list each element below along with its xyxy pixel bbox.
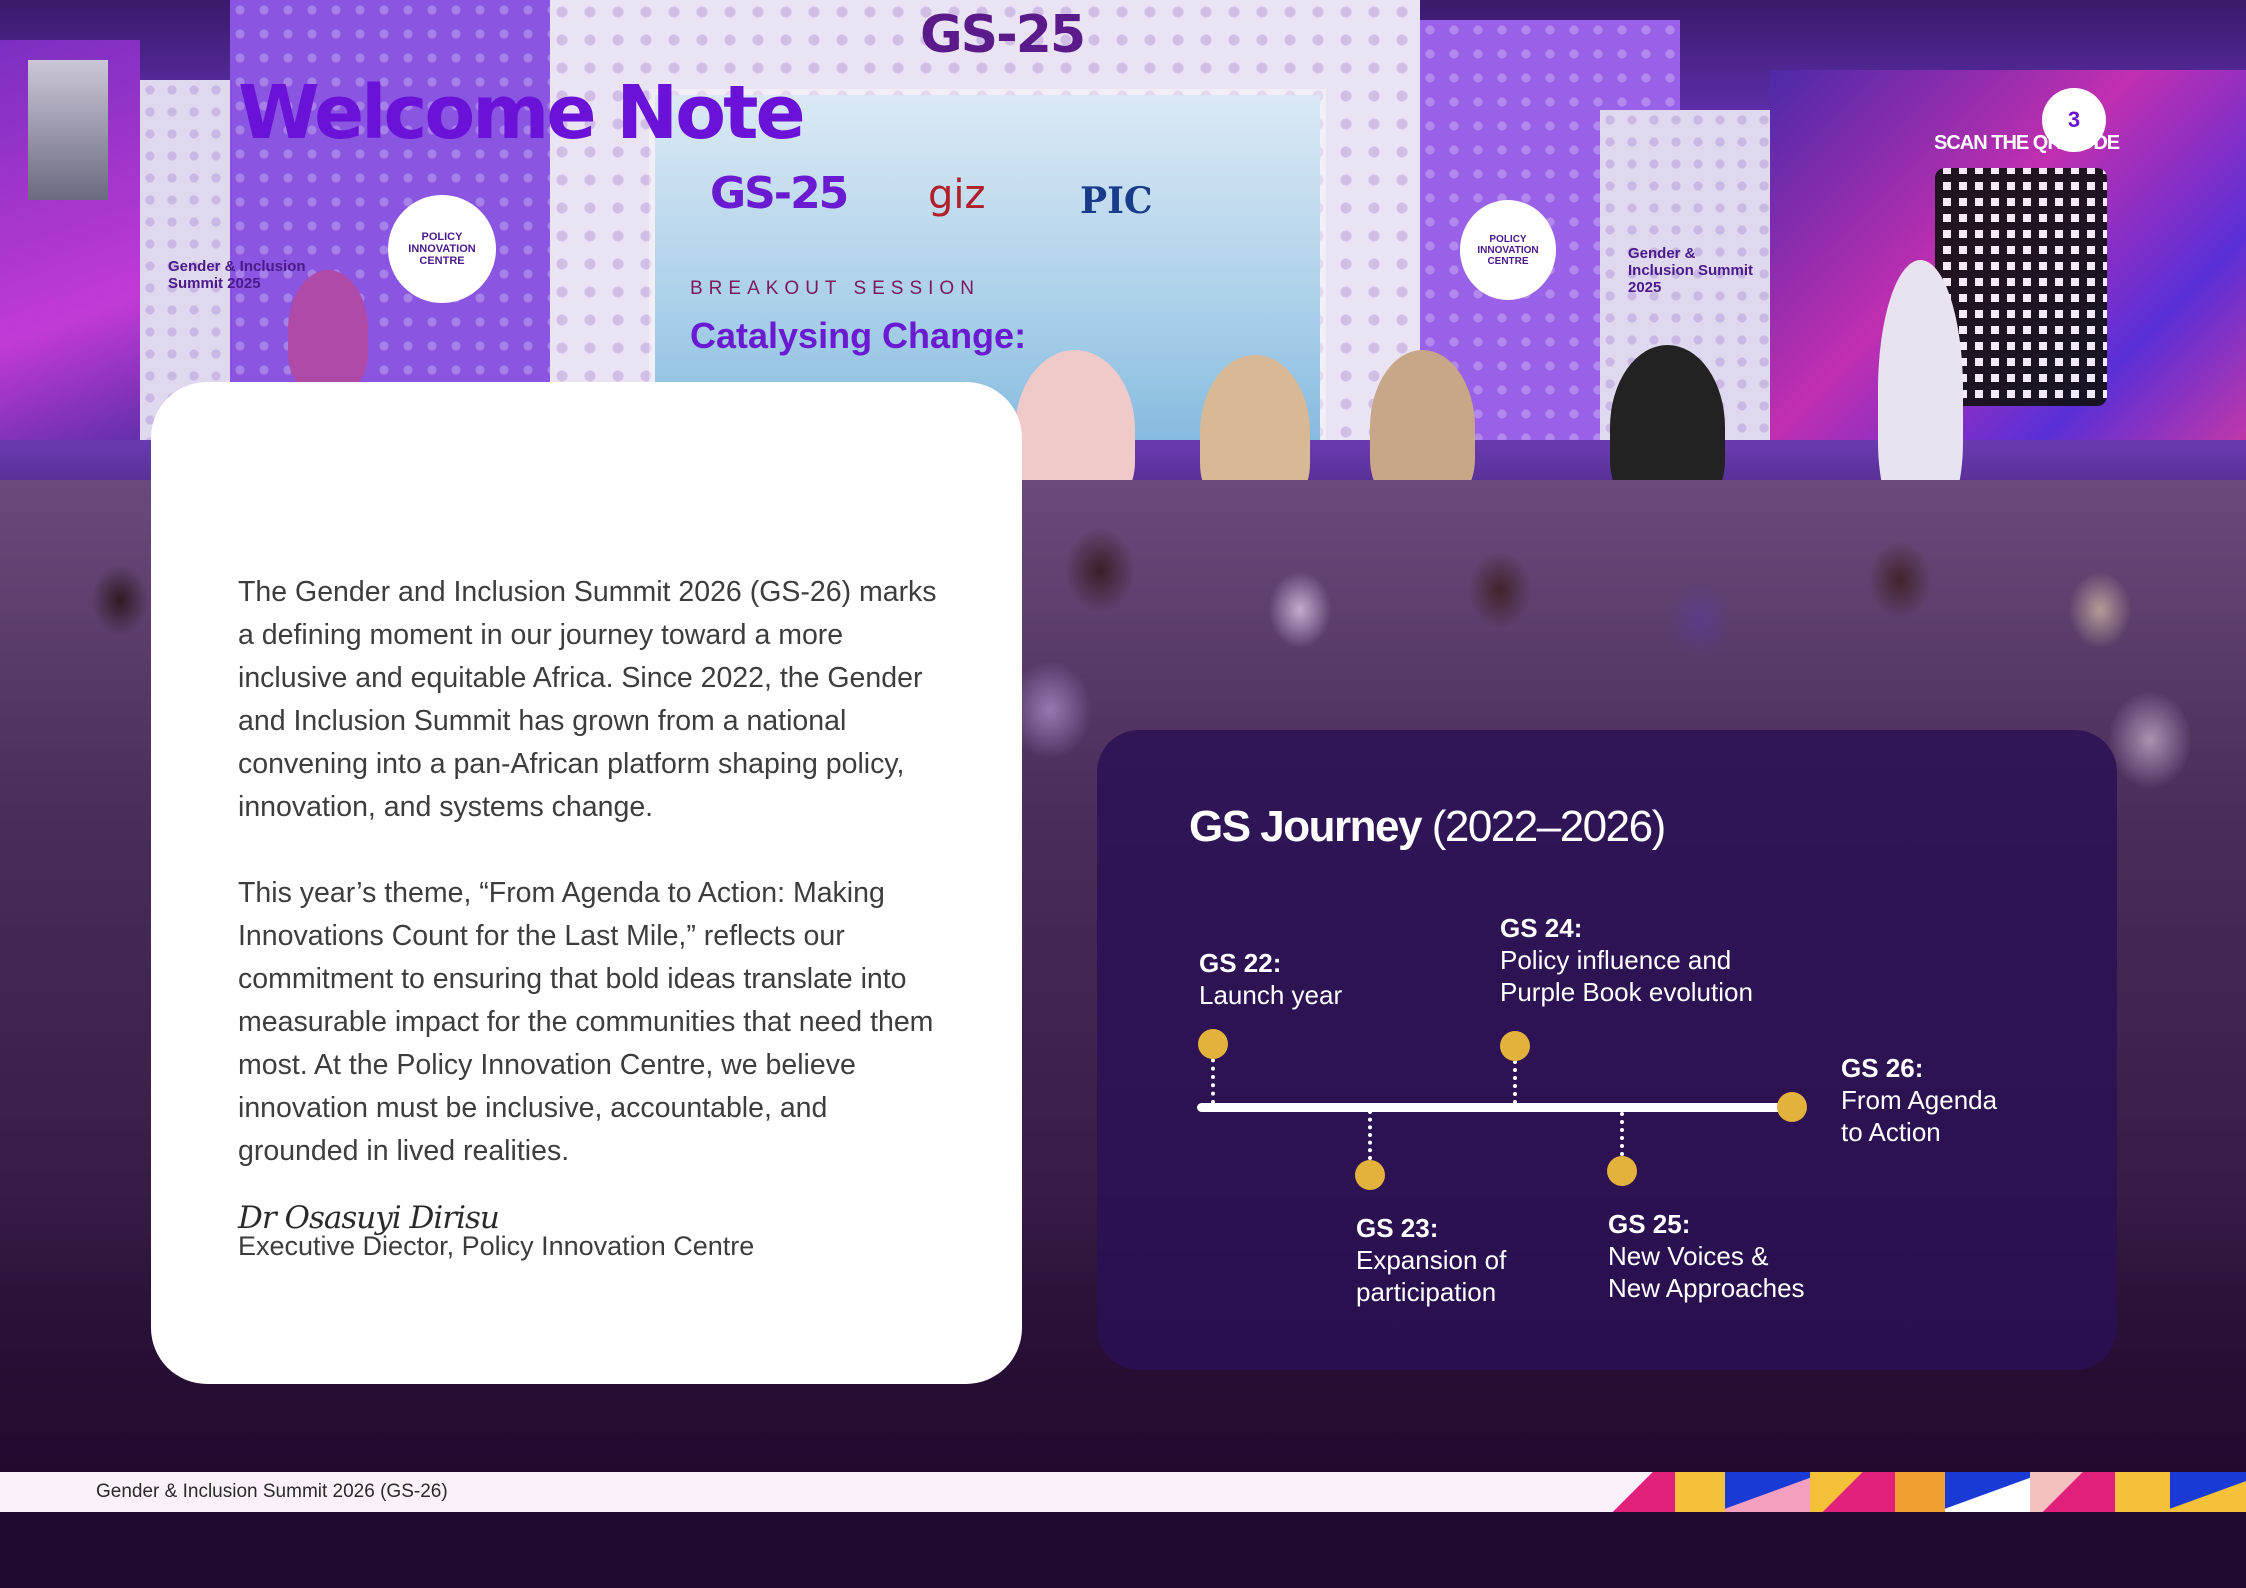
milestone-gs23-text-2: participation (1356, 1277, 1497, 1307)
stage-sign-breakout: BREAKOUT SESSION (690, 278, 980, 299)
stage-logo-pic-left: POLICY INNOVATION CENTRE (388, 195, 496, 303)
signature-role: Executive Diector, Policy Innovation Cen… (238, 1231, 755, 1261)
stage-sign-catalysing: Catalysing Change: (690, 315, 1027, 356)
milestone-gs22-year: GS 22: (1199, 948, 1282, 978)
timeline-dot (1198, 1029, 1228, 1059)
journey-title-strong: GS Journey (1189, 802, 1422, 851)
milestone-gs24-year: GS 24: (1500, 913, 1583, 943)
timeline-line (1197, 1103, 1789, 1112)
milestone-gs24: GS 24: Policy influence and Purple Book … (1500, 912, 1753, 1008)
left-screen-speaker (28, 60, 108, 200)
gs-journey-panel: GS Journey (2022–2026) GS 22: Launch yea… (1097, 730, 2117, 1370)
stage-sign-giz: giz (928, 172, 986, 218)
footer-pattern-shape (1945, 1472, 2035, 1512)
stage-sign-pic: PIC (1080, 180, 1153, 222)
milestone-gs25-text-2: New Approaches (1608, 1273, 1805, 1303)
timeline-dot (1355, 1160, 1385, 1190)
welcome-paragraph-2: This year’s theme, “From Agenda to Actio… (238, 877, 934, 1167)
stage-logo-pic-right-text: POLICY INNOVATION CENTRE (1477, 233, 1539, 267)
milestone-gs23: GS 23: Expansion of participation (1356, 1212, 1506, 1308)
milestone-gs26-text-1: From Agenda (1841, 1085, 1998, 1115)
milestone-gs22: GS 22: Launch year (1199, 947, 1342, 1011)
milestone-gs25-text-1: New Voices & (1608, 1241, 1769, 1271)
timeline-dot (1500, 1031, 1530, 1061)
timeline-stem (1620, 1112, 1624, 1156)
page-footer: Gender & Inclusion Summit 2026 (GS-26) (0, 1472, 2246, 1512)
milestone-gs25-year: GS 25: (1608, 1209, 1691, 1239)
stage-sign-gs25-top: GS-25 (920, 5, 1086, 65)
milestone-gs23-text-1: Expansion of (1356, 1245, 1507, 1275)
timeline-dot-end (1777, 1092, 1807, 1122)
page-number-badge: 3 (2042, 88, 2106, 152)
journey-title: GS Journey (2022–2026) (1189, 802, 1667, 852)
stage-logo-pic-left-text: POLICY INNOVATION CENTRE (408, 231, 476, 267)
milestone-gs26-text-2: to Action (1841, 1117, 1941, 1147)
welcome-note-card: Welcome Note The Gender and Inclusion Su… (151, 70, 1022, 1384)
bottom-band (0, 1512, 2246, 1588)
footer-pattern (1600, 1472, 2246, 1512)
stage-logo-pic-right: POLICY INNOVATION CENTRE (1460, 200, 1556, 300)
footer-pattern-shape (2170, 1472, 2246, 1512)
milestone-gs24-text-1: Policy influence and (1500, 945, 1732, 975)
footer-pattern-shape (1810, 1472, 1900, 1512)
footer-pattern-shape (1725, 1472, 1815, 1512)
milestone-gs23-year: GS 23: (1356, 1213, 1439, 1243)
welcome-title: Welcome Note (238, 70, 806, 156)
stage-logo-gis-left: Gender & Inclusion Summit 2025 (168, 258, 306, 292)
stage-sign-gs25-screen: GS-25 (710, 168, 849, 219)
journey-title-years: (2022–2026) (1431, 802, 1667, 851)
timeline-stem (1368, 1110, 1372, 1160)
stage-logo-gis-right: Gender & Inclusion Summit 2025 (1628, 245, 1754, 296)
milestone-gs22-text: Launch year (1199, 980, 1343, 1010)
welcome-body: The Gender and Inclusion Summit 2026 (GS… (238, 571, 938, 1216)
footer-pattern-shape (2115, 1472, 2175, 1512)
footer-text: Gender & Inclusion Summit 2026 (GS-26) (96, 1481, 448, 1502)
milestone-gs24-text-2: Purple Book evolution (1500, 977, 1753, 1007)
footer-pattern-shape (2030, 1472, 2120, 1512)
timeline-dot (1607, 1156, 1637, 1186)
milestone-gs25: GS 25: New Voices & New Approaches (1608, 1208, 1805, 1304)
milestone-gs26: GS 26: From Agenda to Action (1841, 1052, 1997, 1148)
welcome-paragraph-1: The Gender and Inclusion Summit 2026 (GS… (238, 576, 937, 823)
milestone-gs26-year: GS 26: (1841, 1053, 1924, 1083)
